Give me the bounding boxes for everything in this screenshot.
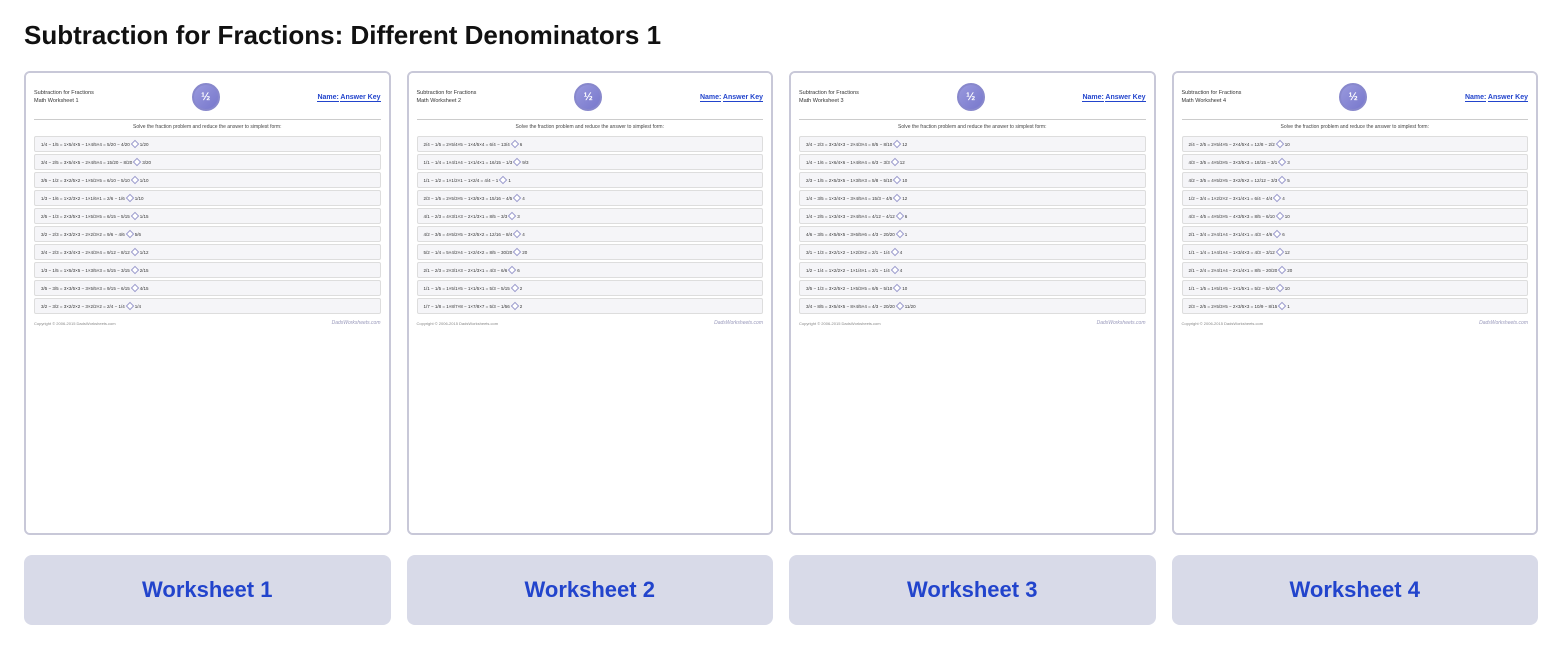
worksheet-btn-1-label: Worksheet 1 — [142, 577, 272, 602]
ws2-title-block: Subtraction for Fractions Math Worksheet… — [417, 89, 477, 106]
worksheet-btn-4[interactable]: Worksheet 4 — [1172, 555, 1539, 625]
ws1-title-block: Subtraction for Fractions Math Worksheet… — [34, 89, 94, 106]
worksheet-preview-3: Subtraction for Fractions Math Worksheet… — [791, 73, 1154, 533]
ws3-footer-logo: DadsWorksheets.com — [1097, 320, 1146, 326]
ws4-copyright: Copyright © 2006-2015 DadsWorksheets.com — [1182, 321, 1264, 326]
ws4-row-9: 1/1 − 1/5 = 1×5/1×5 − 1×1/5×1 = 5/2 − 5/… — [1182, 280, 1529, 296]
ws3-title-block: Subtraction for Fractions Math Worksheet… — [799, 89, 859, 106]
ws2-row-6: 4/2 − 3/5 = 4×5/2×5 − 3×2/5×2 = 12/16 − … — [417, 226, 764, 242]
ws4-footer: Copyright © 2006-2015 DadsWorksheets.com… — [1182, 320, 1529, 326]
ws4-title-block: Subtraction for Fractions Math Worksheet… — [1182, 89, 1242, 106]
ws1-footer-logo: DadsWorksheets.com — [332, 320, 381, 326]
worksheet-btn-4-label: Worksheet 4 — [1290, 577, 1420, 602]
ws1-row-5: 2/5 − 1/3 = 2×3/5×3 − 1×5/3×5 = 6/15 − 5… — [34, 208, 381, 224]
ws3-problems: 3/4 − 2/3 = 3×3/4×3 − 2×4/3×4 = 8/5 − 8/… — [799, 136, 1146, 314]
worksheet-btn-3[interactable]: Worksheet 3 — [789, 555, 1156, 625]
worksheet-preview-1: Subtraction for Fractions Math Worksheet… — [26, 73, 389, 533]
ws4-row-4: 1/2 − 3/4 = 1×2/2×2 − 3×1/4×1 = 6/4 − 4/… — [1182, 190, 1529, 206]
ws3-row-6: 4/6 − 3/5 = 4×5/6×5 − 3×6/5×6 = 4/3 − 20… — [799, 226, 1146, 242]
ws2-problems: 2/4 − 1/5 = 2×5/4×5 − 1×4/5×4 = 6/4 − 13… — [417, 136, 764, 314]
ws1-row-3: 3/5 − 1/2 = 3×2/5×2 − 1×5/2×5 = 6/10 − 5… — [34, 172, 381, 188]
ws4-row-3: 4/2 − 3/5 = 4×5/2×5 − 3×2/5×2 = 12/12 − … — [1182, 172, 1529, 188]
ws2-copyright: Copyright © 2006-2015 DadsWorksheets.com — [417, 321, 499, 326]
ws2-footer: Copyright © 2006-2015 DadsWorksheets.com… — [417, 320, 764, 326]
ws4-row-10: 2/3 − 2/5 = 2×5/3×5 − 2×3/5×3 = 10/9 − 8… — [1182, 298, 1529, 314]
worksheet-card-1[interactable]: Subtraction for Fractions Math Worksheet… — [24, 71, 391, 535]
worksheets-grid: Subtraction for Fractions Math Worksheet… — [24, 71, 1538, 535]
worksheet-card-2[interactable]: Subtraction for Fractions Math Worksheet… — [407, 71, 774, 535]
ws4-row-6: 2/1 − 3/4 = 2×4/1×4 − 3×1/4×1 = 4/3 − 4/… — [1182, 226, 1529, 242]
ws3-name-block: Name: Answer Key — [1082, 94, 1145, 101]
ws1-row-2: 3/4 − 2/5 = 3×5/4×5 − 2×4/5×4 = 15/20 − … — [34, 154, 381, 170]
ws4-row-5: 4/3 − 4/5 = 4×5/3×5 − 4×3/5×3 = 8/5 − 6/… — [1182, 208, 1529, 224]
ws3-logo: ½ — [957, 83, 985, 111]
ws2-footer-logo: DadsWorksheets.com — [714, 320, 763, 326]
worksheet-preview-4: Subtraction for Fractions Math Worksheet… — [1174, 73, 1537, 533]
ws4-row-8: 2/1 − 2/4 = 2×4/1×4 − 2×1/4×1 = 8/5 − 20… — [1182, 262, 1529, 278]
ws4-problems: 2/4 − 2/5 = 2×5/4×5 − 2×4/5×4 = 12/8 − 2… — [1182, 136, 1529, 314]
ws1-row-6: 3/2 − 2/3 = 3×3/2×3 − 2×2/3×2 = 9/6 − 4/… — [34, 226, 381, 242]
ws3-copyright: Copyright © 2006-2015 DadsWorksheets.com — [799, 321, 881, 326]
worksheet-btn-2[interactable]: Worksheet 2 — [407, 555, 774, 625]
ws4-row-7: 1/1 − 1/4 = 1×4/1×4 − 1×3/4×3 = 4/3 − 3/… — [1182, 244, 1529, 260]
ws3-row-10: 3/4 − 8/5 = 3×5/4×5 − 8×4/5×4 = 4/3 − 20… — [799, 298, 1146, 314]
ws1-instruction: Solve the fraction problem and reduce th… — [34, 119, 381, 130]
ws3-row-9: 3/5 − 1/3 = 3×2/5×2 − 1×5/3×5 = 6/5 − 5/… — [799, 280, 1146, 296]
ws3-row-2: 1/4 − 1/6 = 1×6/4×6 − 1×4/6×4 = 6/3 − 3/… — [799, 154, 1146, 170]
ws1-logo: ½ — [192, 83, 220, 111]
ws4-logo: ½ — [1339, 83, 1367, 111]
worksheet-card-3[interactable]: Subtraction for Fractions Math Worksheet… — [789, 71, 1156, 535]
ws3-row-8: 1/2 − 1/4 = 1×2/2×2 − 1×1/4×1 = 2/1 − 1/… — [799, 262, 1146, 278]
ws3-row-1: 3/4 − 2/3 = 3×3/4×3 − 2×4/3×4 = 8/5 − 8/… — [799, 136, 1146, 152]
worksheet-preview-2: Subtraction for Fractions Math Worksheet… — [409, 73, 772, 533]
worksheet-btn-2-label: Worksheet 2 — [525, 577, 655, 602]
worksheet-card-4[interactable]: Subtraction for Fractions Math Worksheet… — [1172, 71, 1539, 535]
ws1-row-7: 3/4 − 2/3 = 3×3/4×3 − 2×4/3×4 = 9/12 − 8… — [34, 244, 381, 260]
ws4-row-1: 2/4 − 2/5 = 2×5/4×5 − 2×4/5×4 = 12/8 − 2… — [1182, 136, 1529, 152]
worksheet-btn-1[interactable]: Worksheet 1 — [24, 555, 391, 625]
ws2-row-8: 2/1 − 2/3 = 2×3/1×3 − 2×1/3×1 = 4/3 − 6/… — [417, 262, 764, 278]
worksheet-btn-3-label: Worksheet 3 — [907, 577, 1037, 602]
buttons-row: Worksheet 1 Worksheet 2 Worksheet 3 Work… — [24, 555, 1538, 625]
ws3-instruction: Solve the fraction problem and reduce th… — [799, 119, 1146, 130]
page-title: Subtraction for Fractions: Different Den… — [24, 20, 1538, 51]
ws3-row-4: 1/4 − 3/5 = 1×3/4×3 − 3×4/5×4 = 15/3 − 4… — [799, 190, 1146, 206]
ws1-name-block: Name: Answer Key — [317, 94, 380, 101]
ws1-row-9: 3/5 − 3/5 = 3×3/5×3 − 3×5/5×3 = 9/15 − 6… — [34, 280, 381, 296]
ws4-row-2: 4/3 − 3/5 = 4×5/3×5 − 3×3/5×3 = 18/15 − … — [1182, 154, 1529, 170]
ws3-row-7: 3/1 − 1/3 = 3×2/1×2 − 1×2/3×2 = 2/1 − 1/… — [799, 244, 1146, 260]
ws2-logo: ½ — [574, 83, 602, 111]
ws4-instruction: Solve the fraction problem and reduce th… — [1182, 119, 1529, 130]
ws2-row-9: 1/1 − 1/5 = 1×5/1×5 − 1×1/5×1 = 5/3 − 5/… — [417, 280, 764, 296]
ws2-row-4: 2/3 − 1/5 = 2×5/3×5 − 1×3/5×3 = 15/16 − … — [417, 190, 764, 206]
ws1-footer: Copyright © 2006-2015 DadsWorksheets.com… — [34, 320, 381, 326]
ws3-row-5: 1/4 − 2/5 = 1×3/4×3 − 2×4/5×4 = 4/12 − 4… — [799, 208, 1146, 224]
ws3-row-3: 2/3 − 1/5 = 2×5/3×5 − 1×3/5×3 = 5/8 − 5/… — [799, 172, 1146, 188]
ws4-name-block: Name: Answer Key — [1465, 94, 1528, 101]
ws2-row-5: 4/1 − 2/3 = 4×3/1×3 − 2×1/3×1 = 8/5 − 3/… — [417, 208, 764, 224]
ws1-row-1: 1/4 − 1/5 = 1×5/4×5 − 1×4/5×4 = 5/20 − 4… — [34, 136, 381, 152]
ws3-footer: Copyright © 2006-2015 DadsWorksheets.com… — [799, 320, 1146, 326]
ws4-footer-logo: DadsWorksheets.com — [1479, 320, 1528, 326]
ws1-problems: 1/4 − 1/5 = 1×5/4×5 − 1×4/5×4 = 5/20 − 4… — [34, 136, 381, 314]
ws1-row-8: 1/3 − 1/5 = 1×5/3×5 − 1×3/5×3 = 5/15 − 3… — [34, 262, 381, 278]
ws2-row-1: 2/4 − 1/5 = 2×5/4×5 − 1×4/5×4 = 6/4 − 13… — [417, 136, 764, 152]
ws2-instruction: Solve the fraction problem and reduce th… — [417, 119, 764, 130]
ws2-row-2: 1/1 − 1/4 = 1×4/1×4 − 1×1/4×1 = 16/15 − … — [417, 154, 764, 170]
ws1-copyright: Copyright © 2006-2015 DadsWorksheets.com — [34, 321, 116, 326]
ws1-row-10: 3/2 − 3/2 = 3×2/2×2 − 3×2/2×2 = 2/4 − 1/… — [34, 298, 381, 314]
ws2-name-block: Name: Answer Key — [700, 94, 763, 101]
ws2-row-3: 1/1 − 1/2 = 1×1/2×1 − 1×2/4 = 4/4 − 1 1 — [417, 172, 764, 188]
ws2-row-7: 5/2 − 1/4 = 5×4/2×4 − 1×2/4×2 = 8/5 − 30… — [417, 244, 764, 260]
ws1-row-4: 1/3 − 1/6 = 1×2/3×2 − 1×1/6×1 = 2/6 − 1/… — [34, 190, 381, 206]
ws2-row-10: 1/7 − 1/8 = 1×8/7×8 − 1×7/8×7 = 5/3 − 1/… — [417, 298, 764, 314]
